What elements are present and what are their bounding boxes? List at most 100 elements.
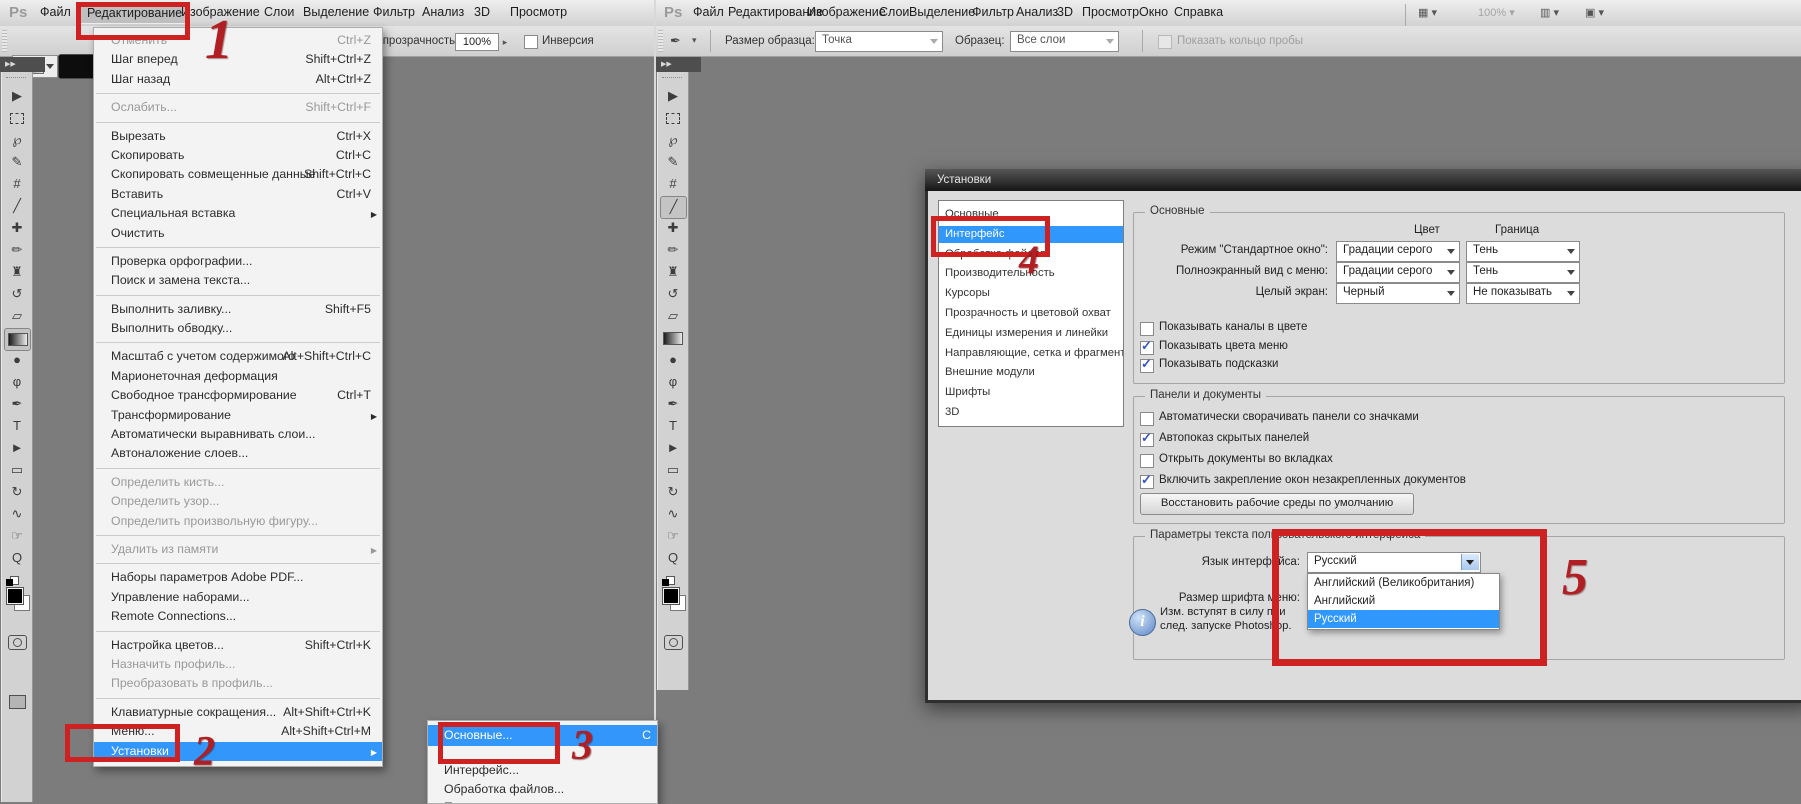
dialog-title[interactable]: Установки: [925, 169, 1801, 191]
edit-menu-item-удалить-из-памяти[interactable]: Удалить из памяти ▶: [94, 540, 382, 559]
dodge-tool[interactable]: φ: [5, 372, 29, 392]
edit-menu-item-марионеточная-деформация[interactable]: Марионеточная деформация: [94, 367, 382, 386]
edit-menu-item-скопировать-совмещенные-данные[interactable]: Скопировать совмещенные данные Shift+Ctrl…: [94, 165, 382, 184]
restore-workspaces-button[interactable]: Восстановить рабочие среды по умолчанию: [1140, 493, 1414, 515]
edit-menu-item-скопировать[interactable]: Скопировать Ctrl+C: [94, 146, 382, 165]
checkbox-автопоказ-скрытых-панелей[interactable]: ✓: [1140, 430, 1154, 447]
sample-size-select[interactable]: Точка: [815, 31, 943, 52]
border-select-0[interactable]: Тень: [1466, 241, 1580, 262]
edit-menu-item-очистить[interactable]: Очистить: [94, 224, 382, 243]
edit-menu-item-назначить-профиль[interactable]: Назначить профиль...: [94, 655, 382, 674]
edit-menu-item-преобразовать-в-профиль[interactable]: Преобразовать в профиль...: [94, 674, 382, 693]
opacity-field[interactable]: 100%: [455, 33, 499, 51]
opacity-spinner[interactable]: ▸: [499, 33, 511, 51]
eyedropper-tool-icon[interactable]: ✒: [670, 33, 681, 49]
checkbox-показывать-каналы-в-цвете[interactable]: [1140, 322, 1154, 336]
lasso-tool[interactable]: ℘: [5, 130, 29, 150]
edit-menu-item-специальная-вставка[interactable]: Специальная вставка ▶: [94, 204, 382, 223]
menu-item-просмотр[interactable]: Просмотр: [510, 5, 567, 19]
edit-menu-item-управление-наборами[interactable]: Управление наборами...: [94, 588, 382, 607]
edit-menu-item-масштаб-с-учетом-содержимого[interactable]: Масштаб с учетом содержимого Alt+Shift+Ct…: [94, 347, 382, 366]
eyedropper-tool[interactable]: ╱: [660, 196, 687, 219]
menu-item-анализ[interactable]: Анализ: [1016, 5, 1058, 19]
path-selection-tool[interactable]: ►: [661, 438, 685, 458]
menu-item-окно[interactable]: Окно: [1139, 5, 1168, 19]
edit-menu-item-определить-узор[interactable]: Определить узор...: [94, 492, 382, 511]
healing-brush-tool[interactable]: ✚: [661, 218, 685, 238]
dodge-tool[interactable]: φ: [661, 372, 685, 392]
menu-item-выделение[interactable]: Выделение: [909, 5, 975, 19]
edit-menu-item-выполнить-обводку[interactable]: Выполнить обводку...: [94, 319, 382, 338]
rectangle-tool[interactable]: ▭: [5, 460, 29, 480]
edit-menu-item-шаг-вперед[interactable]: Шаг вперед Shift+Ctrl+Z: [94, 50, 382, 69]
left-toolbar-header[interactable]: ▶▶: [0, 57, 45, 72]
foreground-color-swatch[interactable]: [6, 587, 24, 605]
menu-item-фильтр[interactable]: Фильтр: [373, 5, 415, 19]
menu-item-3d[interactable]: 3D: [474, 5, 490, 19]
path-selection-tool[interactable]: ►: [5, 438, 29, 458]
section-item-курсоры[interactable]: Курсоры: [939, 285, 1123, 302]
history-brush-tool[interactable]: ↺: [5, 284, 29, 304]
edit-menu-item-автоматически-выравнивать-слои[interactable]: Автоматически выравнивать слои...: [94, 425, 382, 444]
hand-tool[interactable]: ☞: [5, 526, 29, 546]
edit-menu-item-автоналожение-слоев[interactable]: Автоналожение слоев...: [94, 444, 382, 463]
chevron-down-icon[interactable]: ▾: [692, 35, 697, 46]
edit-menu-item-ослабить[interactable]: Ослабить... Shift+Ctrl+F: [94, 98, 382, 117]
edit-menu-item-настройка-цветов[interactable]: Настройка цветов... Shift+Ctrl+K: [94, 636, 382, 655]
menu-item-просмотр[interactable]: Просмотр: [1082, 5, 1139, 19]
quick-selection-tool[interactable]: ✎: [661, 152, 685, 172]
menu-item-изображение[interactable]: Изображение: [807, 5, 886, 19]
right-toolbar-header[interactable]: ▶▶: [656, 57, 701, 72]
clone-stamp-tool[interactable]: ♜: [5, 262, 29, 282]
move-tool[interactable]: ▶: [661, 86, 685, 106]
menu-item-слои[interactable]: Слои: [264, 5, 294, 19]
checkbox-показывать-цвета-меню[interactable]: ✓: [1140, 338, 1154, 355]
menu-item-файл[interactable]: Файл: [40, 5, 71, 19]
gradient-tool[interactable]: [4, 328, 31, 351]
edit-menu-item-шаг-назад[interactable]: Шаг назад Alt+Ctrl+Z: [94, 70, 382, 89]
section-item-направляющие-сетка-и-фрагменты[interactable]: Направляющие, сетка и фрагменты: [939, 345, 1123, 362]
clone-stamp-tool[interactable]: ♜: [661, 262, 685, 282]
edit-menu-item-вырезать[interactable]: Вырезать Ctrl+X: [94, 127, 382, 146]
rectangular-marquee-tool[interactable]: [661, 108, 685, 128]
pen-tool[interactable]: ✒: [5, 394, 29, 414]
eraser-tool[interactable]: ▱: [661, 306, 685, 326]
move-tool[interactable]: ▶: [5, 86, 29, 106]
section-item-шрифты[interactable]: Шрифты: [939, 384, 1123, 401]
edit-menu-item-трансформирование[interactable]: Трансформирование ▶: [94, 406, 382, 425]
crop-tool[interactable]: #: [661, 174, 685, 194]
color-select-2[interactable]: Черный: [1336, 283, 1460, 304]
screen-mode-icon[interactable]: ▣ ▾: [1585, 6, 1604, 19]
edit-menu-item-вставить[interactable]: Вставить Ctrl+V: [94, 185, 382, 204]
menu-item-файл[interactable]: Файл: [693, 5, 724, 19]
color-select-1[interactable]: Градации серого: [1336, 262, 1460, 283]
section-item-3d[interactable]: 3D: [939, 404, 1123, 421]
checkbox-открыть-документы-во-вкладках[interactable]: [1140, 454, 1154, 468]
sample-ring-checkbox[interactable]: [1158, 35, 1172, 49]
lasso-tool[interactable]: ℘: [661, 130, 685, 150]
edit-menu-item-поиск-и-замена-текста[interactable]: Поиск и замена текста...: [94, 271, 382, 290]
history-brush-tool[interactable]: ↺: [661, 284, 685, 304]
menu-item-справка[interactable]: Справка: [1174, 5, 1223, 19]
foreground-color-swatch[interactable]: [662, 587, 680, 605]
3d-rotate-tool[interactable]: ↻: [5, 482, 29, 502]
healing-brush-tool[interactable]: ✚: [5, 218, 29, 238]
3d-orbit-tool[interactable]: ∿: [661, 504, 685, 524]
menu-item-слои[interactable]: Слои: [879, 5, 909, 19]
default-colors-icon[interactable]: [6, 576, 19, 586]
section-item-единицы-измерения-и-линейки[interactable]: Единицы измерения и линейки: [939, 325, 1123, 342]
screen-mode-icon[interactable]: [9, 695, 26, 709]
brush-tool[interactable]: ✏: [661, 240, 685, 260]
type-tool[interactable]: T: [5, 416, 29, 436]
edit-menu-item-определить-кисть[interactable]: Определить кисть...: [94, 473, 382, 492]
border-select-2[interactable]: Не показывать: [1466, 283, 1580, 304]
zoom-tool[interactable]: Q: [5, 548, 29, 568]
launch-bridge-icon[interactable]: ▦ ▾: [1418, 6, 1437, 19]
brush-tool[interactable]: ✏: [5, 240, 29, 260]
blur-tool[interactable]: ●: [661, 350, 685, 370]
submenu-item-производительность[interactable]: Производительность: [428, 797, 657, 803]
menu-item-выделение[interactable]: Выделение: [303, 5, 369, 19]
quick-selection-tool[interactable]: ✎: [5, 152, 29, 172]
edit-menu-item-наборы-параметров-adobe-pdf[interactable]: Наборы параметров Adobe PDF...: [94, 568, 382, 587]
edit-menu-item-выполнить-заливку[interactable]: Выполнить заливку... Shift+F5: [94, 300, 382, 319]
